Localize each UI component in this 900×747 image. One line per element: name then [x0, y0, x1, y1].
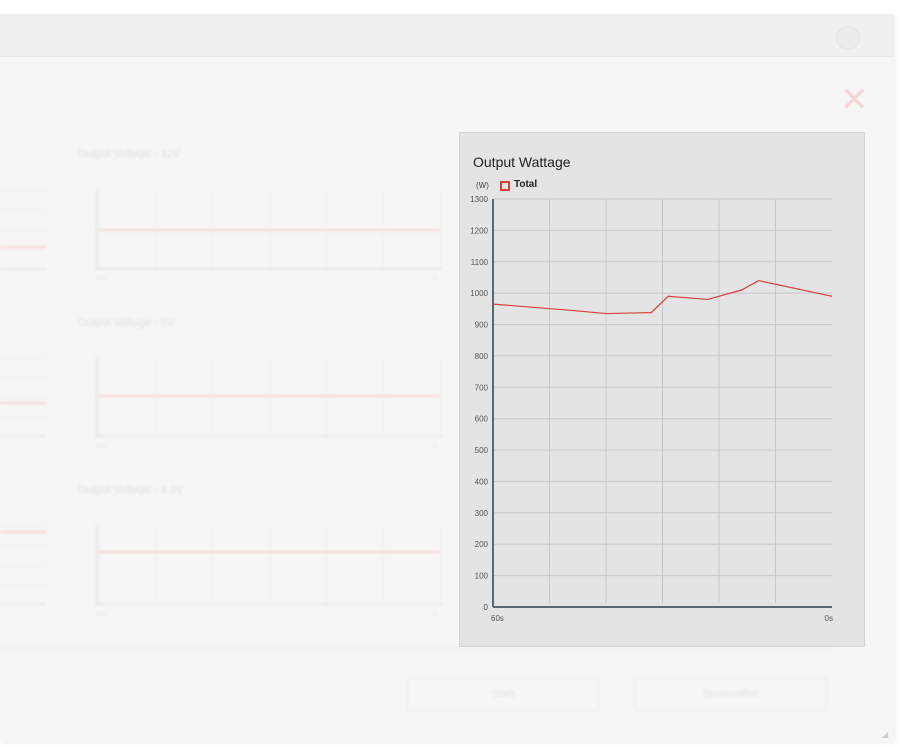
mini-series-12v	[98, 229, 440, 231]
mini-chart-title-3v3: Output Voltage - 3.3V	[78, 484, 184, 496]
left-series-1	[0, 246, 46, 248]
y-tick-label: 1200	[470, 226, 488, 235]
x-tick-label: 60s	[491, 614, 504, 623]
mini-chart-3v3	[96, 525, 442, 605]
mini-x-end-12v: 0s	[432, 276, 439, 282]
left-chart-1	[0, 190, 46, 270]
mini-series-5v	[98, 395, 440, 397]
y-tick-label: 1300	[470, 195, 488, 204]
mini-x-end-5v: 0s	[432, 444, 439, 450]
y-tick-label: 400	[475, 477, 489, 486]
left-chart-2	[0, 357, 46, 437]
mini-x-end-3v3: 0s	[432, 612, 439, 618]
y-tick-label: 700	[475, 383, 489, 392]
y-tick-label: 500	[475, 446, 489, 455]
resize-grip-icon[interactable]: ◢	[882, 730, 890, 739]
y-tick-label: 300	[475, 509, 489, 518]
mini-x-start-12v: 60s	[96, 276, 106, 282]
start-button[interactable]: Start	[407, 678, 599, 710]
mini-chart-5v	[96, 357, 442, 437]
mini-chart-title-5v: Output Voltage - 5V	[78, 317, 175, 329]
mini-x-start-5v: 60s	[96, 444, 106, 450]
y-tick-label: 100	[475, 572, 489, 581]
y-tick-label: 900	[475, 321, 489, 330]
screenshot-button[interactable]: Screenshot	[635, 678, 827, 710]
y-tick-label: 1100	[471, 258, 489, 267]
y-tick-label: 0	[484, 603, 489, 612]
left-series-3	[0, 531, 46, 533]
mini-series-3v3	[98, 551, 440, 553]
x-tick-label: 0s	[825, 614, 833, 623]
mini-x-start-3v3: 60s	[96, 612, 106, 618]
output-wattage-panel: Output Wattage (W) Total 0 100 200 300 400 50…	[459, 132, 865, 647]
y-tick-label: 800	[475, 352, 489, 361]
mini-chart-title-12v: Output Voltage - 12V	[78, 148, 181, 160]
output-wattage-chart: 0 100 200 300 400 500 600 700 800 900 1000 1100 1200…	[470, 195, 833, 623]
left-chart-3	[0, 525, 46, 605]
y-tick-label: 200	[475, 540, 489, 549]
left-series-2	[0, 402, 46, 404]
y-tick-label: 600	[475, 415, 489, 424]
y-tick-label: 1000	[470, 289, 488, 298]
